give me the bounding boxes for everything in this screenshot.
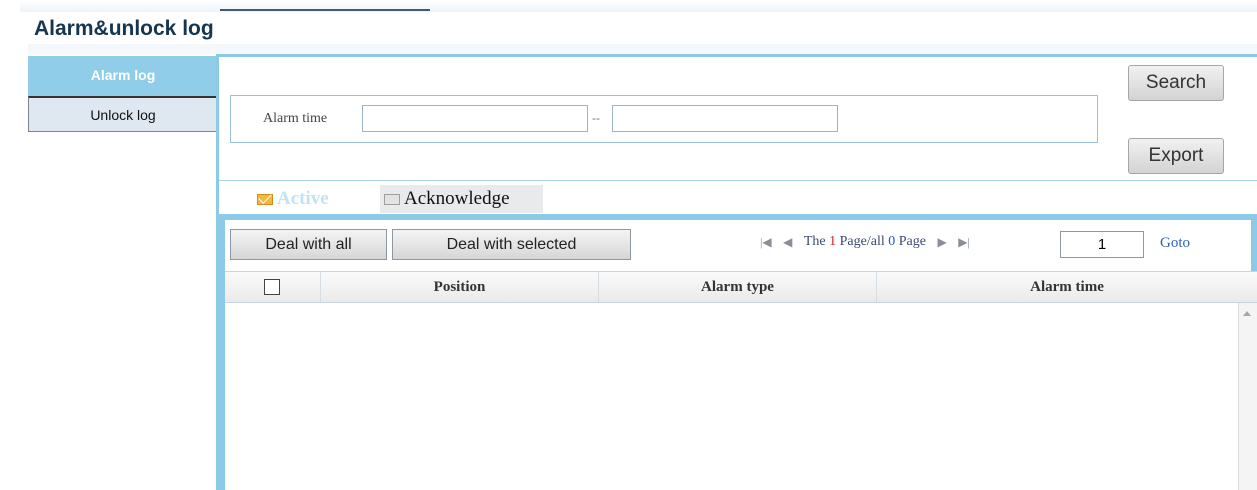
next-page-icon[interactable]: ▶ <box>937 235 946 250</box>
section-divider <box>219 180 1257 181</box>
column-header-position[interactable]: Position <box>321 272 599 302</box>
table-body <box>225 303 1257 490</box>
select-all-checkbox[interactable] <box>264 279 280 295</box>
date-range-separator: -- <box>592 111 600 125</box>
sidebar: Alarm log Unlock log <box>28 54 218 490</box>
header-accent-line <box>220 9 430 11</box>
table-header: Position Alarm type Alarm time <box>225 271 1257 303</box>
pager-middle: Page/all <box>839 234 885 249</box>
deal-with-all-button[interactable]: Deal with all <box>230 229 387 260</box>
deal-with-selected-button[interactable]: Deal with selected <box>392 229 631 260</box>
search-form: Alarm time -- <box>230 95 1098 143</box>
column-header-alarm-type[interactable]: Alarm type <box>599 272 877 302</box>
sidebar-item-alarm-log[interactable]: Alarm log <box>28 56 218 96</box>
total-pages-number: 0 <box>888 234 896 249</box>
envelope-open-icon <box>257 194 273 205</box>
goto-link[interactable]: Goto <box>1160 235 1190 252</box>
first-page-icon[interactable]: |◀ <box>760 235 772 250</box>
table-scrollbar[interactable] <box>1238 303 1257 490</box>
alarm-time-label: Alarm time <box>263 111 328 126</box>
sidebar-item-label: Unlock log <box>90 107 156 123</box>
pager-prefix: The <box>803 234 826 249</box>
search-button[interactable]: Search <box>1128 65 1224 101</box>
column-header-alarm-time[interactable]: Alarm time <box>877 272 1257 302</box>
page-title: Alarm&unlock log <box>34 17 214 40</box>
last-page-icon[interactable]: ▶| <box>958 235 970 250</box>
tab-label: Active <box>277 188 329 209</box>
scroll-up-icon[interactable] <box>1243 311 1251 316</box>
title-underbar <box>28 44 1257 54</box>
tab-label: Acknowledge <box>404 188 510 209</box>
top-strip <box>20 0 1257 12</box>
select-all-column <box>225 272 321 302</box>
tab-active[interactable]: Active <box>251 185 363 213</box>
pagination: |◀ ◀ The 1 Page/all 0 Page ▶ ▶| <box>760 234 970 250</box>
sidebar-item-label: Alarm log <box>90 67 156 83</box>
prev-page-icon[interactable]: ◀ <box>783 235 792 250</box>
current-page-number: 1 <box>829 234 837 249</box>
tab-acknowledge[interactable]: Acknowledge <box>380 185 543 213</box>
alarm-time-start-input[interactable] <box>362 105 588 132</box>
sidebar-item-unlock-log[interactable]: Unlock log <box>28 96 218 132</box>
export-button[interactable]: Export <box>1128 138 1224 174</box>
pager-suffix: Page <box>898 234 926 249</box>
goto-page-input[interactable] <box>1060 231 1144 258</box>
alarm-time-end-input[interactable] <box>612 105 838 132</box>
envelope-icon <box>384 194 400 205</box>
